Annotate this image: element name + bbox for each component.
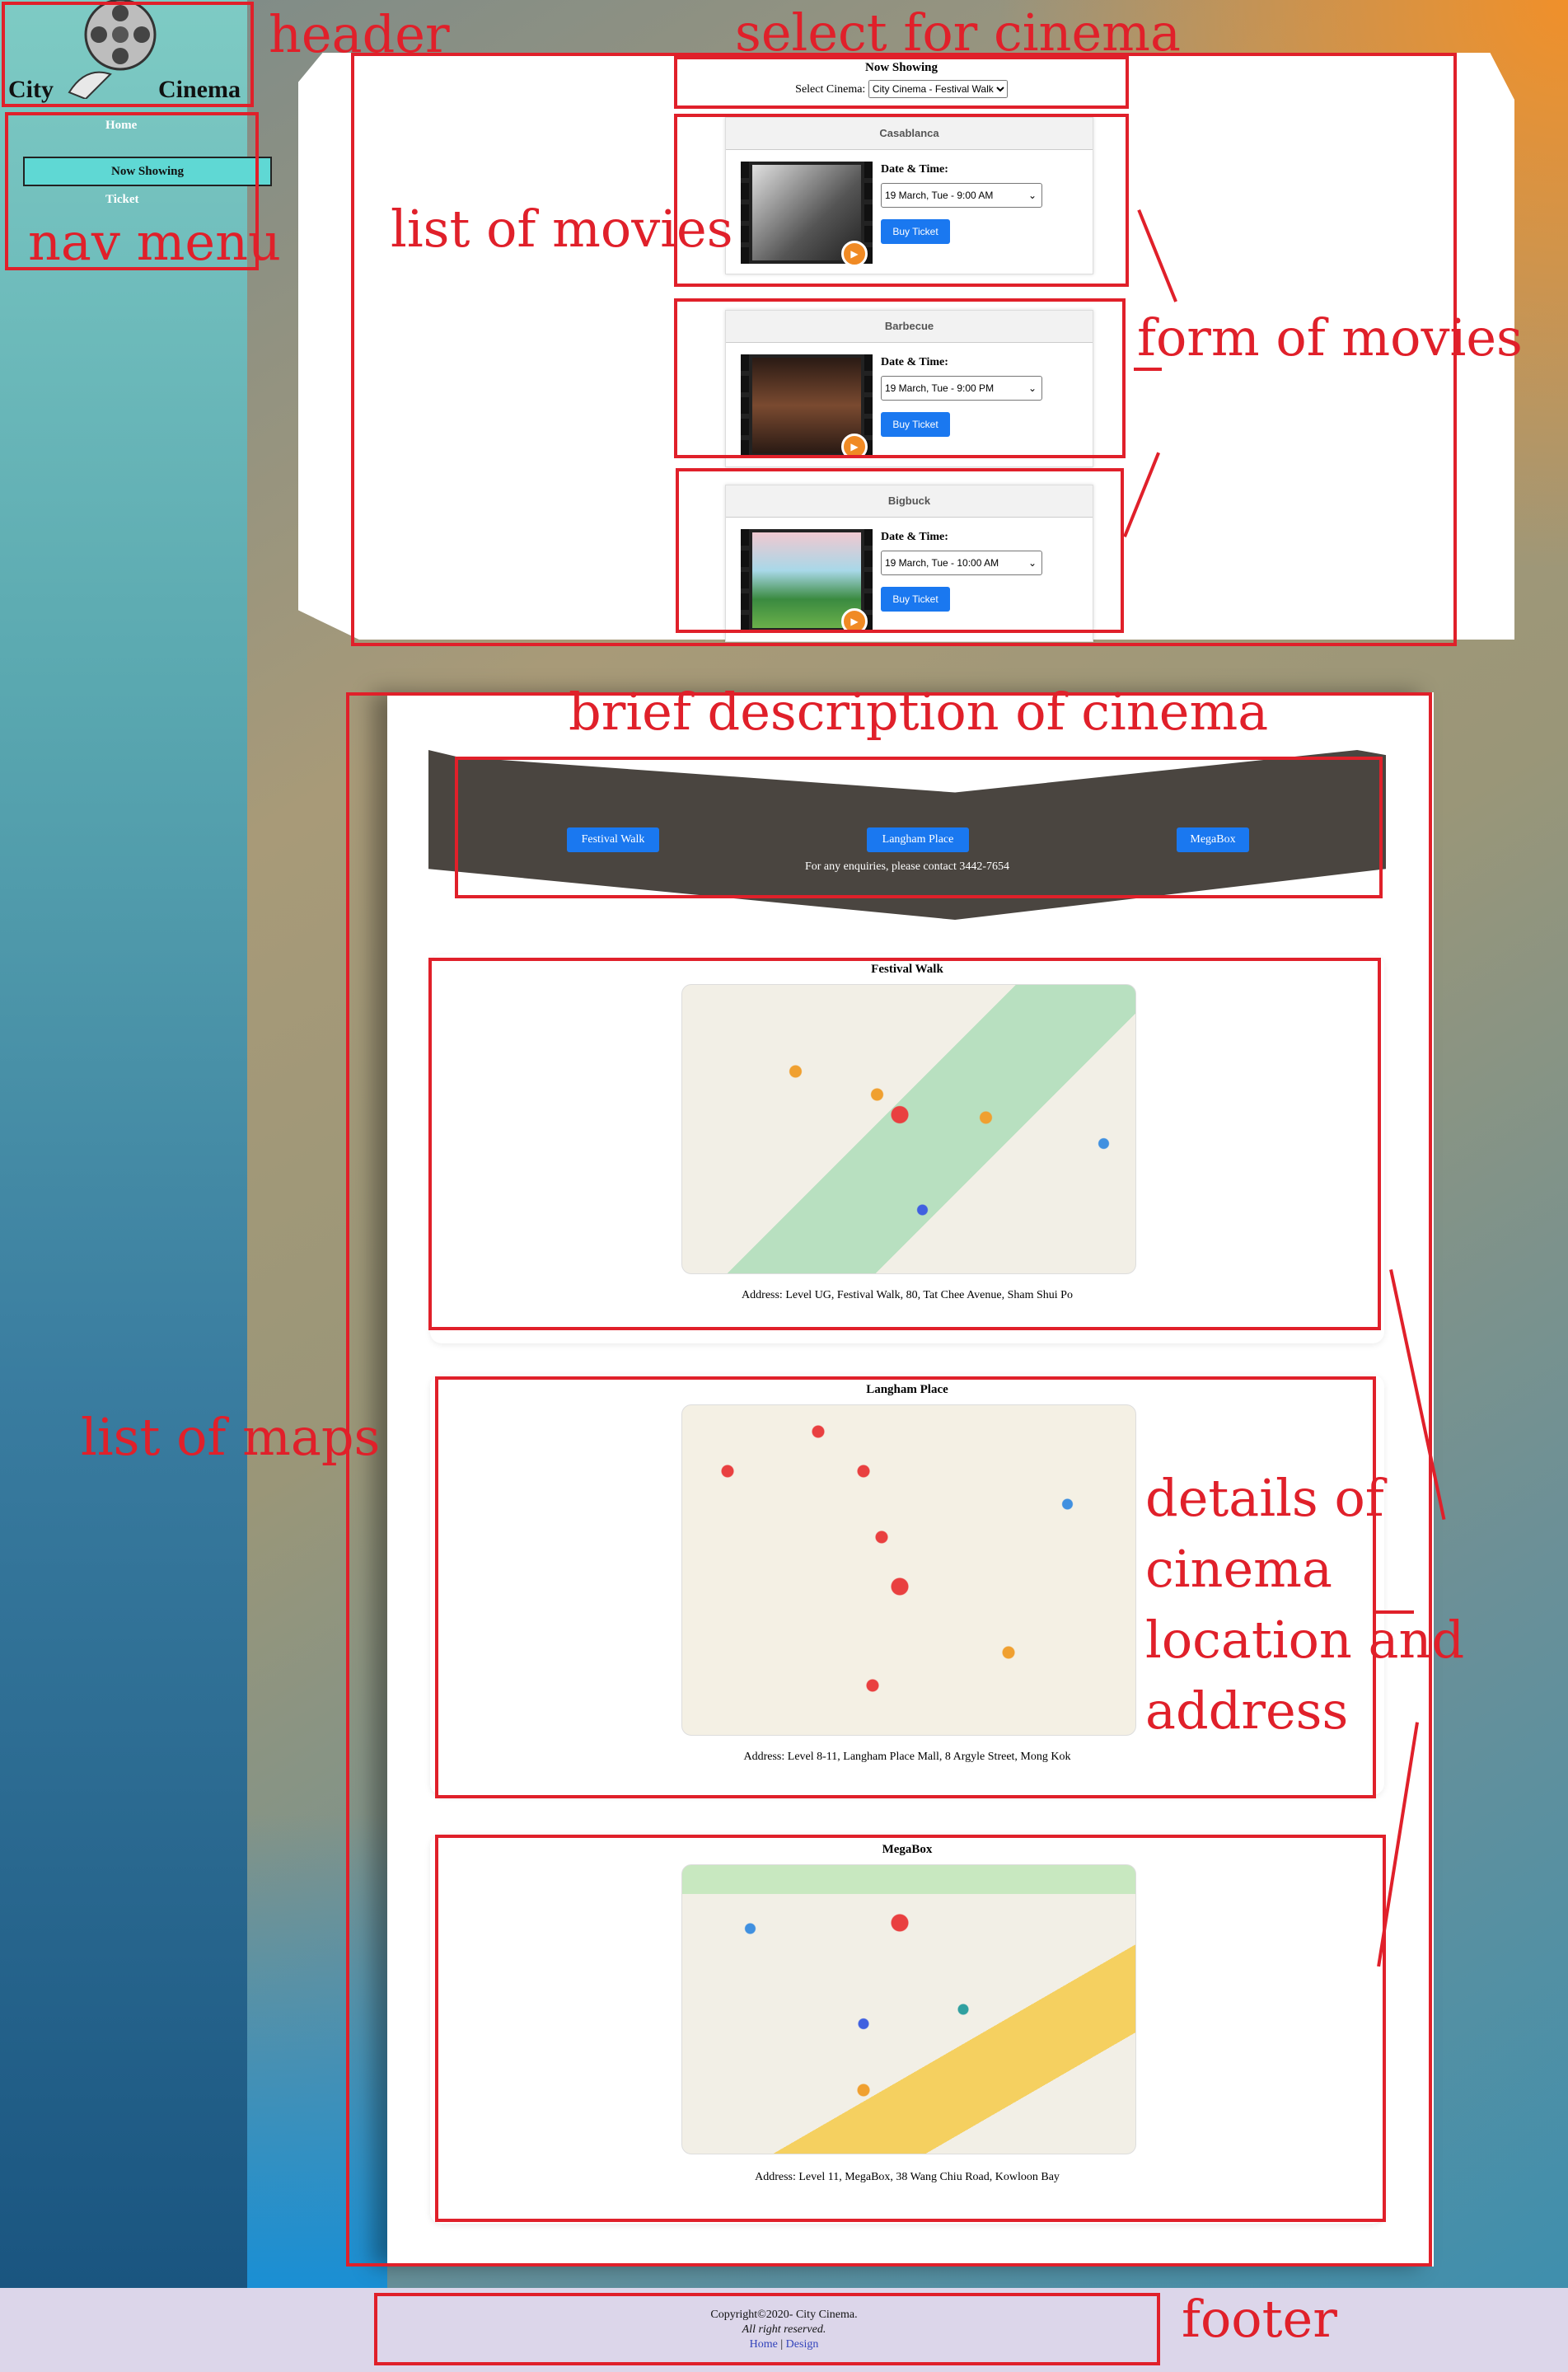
annotation-box-description	[455, 757, 1383, 898]
annotation-label-details-2: cinema	[1145, 1539, 1332, 1599]
annotation-label-details-3: location and	[1145, 1610, 1465, 1670]
annotation-line	[1374, 1610, 1414, 1614]
annotation-label-header: header	[269, 4, 450, 64]
annotation-label-nav: nav menu	[28, 212, 281, 272]
annotation-box-map-1	[428, 958, 1381, 1330]
annotation-box-cinema-select	[674, 56, 1129, 109]
annotation-box-movie-2	[674, 298, 1126, 458]
annotation-label-maps: list of maps	[81, 1407, 381, 1467]
annotation-box-footer	[374, 2293, 1160, 2365]
annotation-label-description: brief description of cinema	[569, 682, 1269, 742]
annotation-line	[1134, 368, 1162, 371]
annotation-label-details-1: details of	[1145, 1468, 1384, 1528]
annotation-label-details-4: address	[1145, 1681, 1349, 1741]
annotation-box-header	[2, 2, 254, 107]
sidebar	[0, 0, 247, 2288]
annotation-label-list-movies: list of movies	[391, 199, 733, 259]
annotation-box-map-3	[435, 1835, 1386, 2222]
annotation-label-select: select for cinema	[735, 2, 1181, 63]
annotation-label-form-movies: form of movies	[1137, 307, 1523, 368]
annotation-box-movie-3	[676, 468, 1124, 633]
annotation-label-footer: footer	[1182, 2289, 1337, 2349]
annotation-box-movie-1	[674, 114, 1129, 287]
